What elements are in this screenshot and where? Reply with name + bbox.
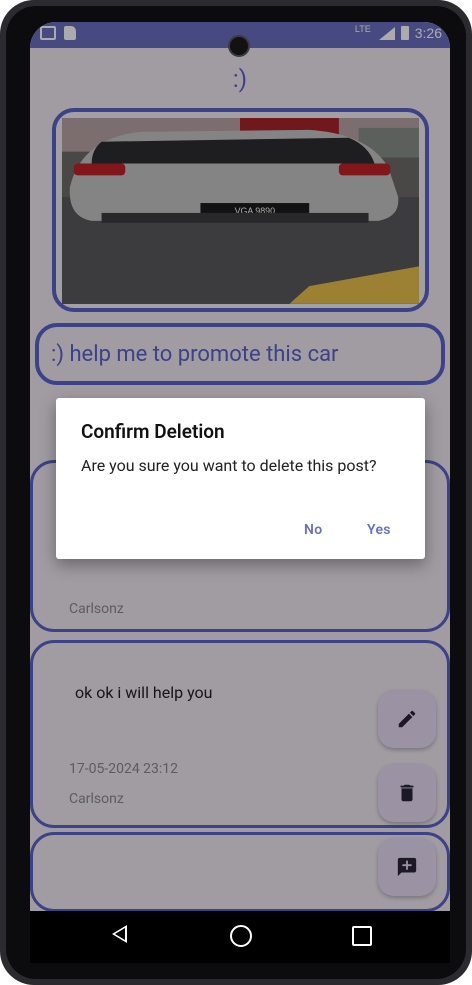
recent-apps-icon[interactable] [352, 926, 372, 946]
front-camera [228, 35, 250, 57]
no-button[interactable]: No [304, 522, 322, 538]
back-icon[interactable] [112, 925, 127, 943]
dialog-title: Confirm Deletion [81, 420, 225, 443]
home-icon[interactable] [230, 925, 252, 947]
yes-button[interactable]: Yes [367, 522, 391, 538]
navigation-bar [30, 911, 450, 963]
dialog-message: Are you sure you want to delete this pos… [81, 456, 377, 475]
confirm-deletion-dialog: Confirm Deletion Are you sure you want t… [56, 398, 425, 559]
app-screen: LTE 3:26 :) VGA 9890:) help me to promo… [30, 22, 450, 911]
